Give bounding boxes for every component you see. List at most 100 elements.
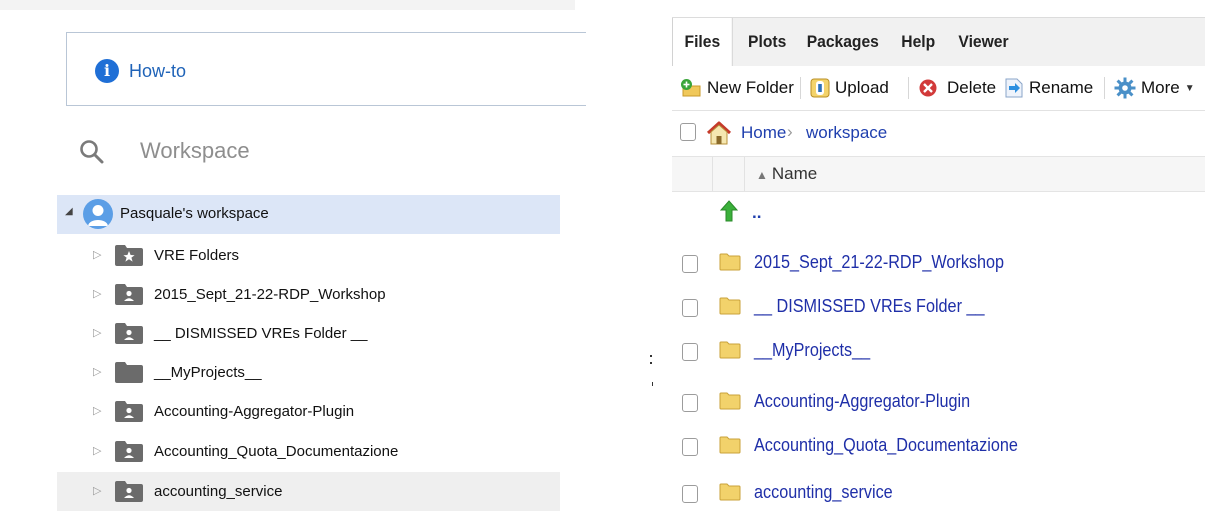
select-all-checkbox[interactable] [680, 123, 696, 141]
new-folder-icon [681, 79, 701, 97]
tree-item[interactable]: ▷ __ DISMISSED VREs Folder __ [57, 314, 560, 353]
search-input[interactable]: Workspace [140, 138, 250, 164]
separator-dot [650, 355, 652, 357]
column-divider [744, 157, 745, 191]
files-pane: Files Plots Packages Help Viewer New Fol… [672, 0, 1205, 516]
file-checkbox[interactable] [682, 394, 698, 412]
folder-icon [719, 297, 741, 315]
tree-item-label: __MyProjects__ [154, 364, 262, 381]
file-row: accounting_service [672, 473, 1205, 513]
expand-triangle-icon[interactable]: ▷ [93, 287, 101, 300]
sort-ascending-icon: ▲ [756, 168, 768, 182]
expand-triangle-icon[interactable]: ▷ [93, 404, 101, 417]
howto-label[interactable]: How-to [129, 59, 186, 83]
info-icon: i [95, 59, 119, 83]
column-divider [712, 157, 713, 191]
more-label: More [1141, 78, 1180, 97]
breadcrumb-separator: › [787, 122, 793, 141]
file-checkbox[interactable] [682, 255, 698, 273]
tree-item-label: Accounting_Quota_Documentazione [154, 443, 399, 460]
file-checkbox[interactable] [682, 438, 698, 456]
tree-item-label: 2015_Sept_21-22-RDP_Workshop [154, 286, 386, 303]
top-bar [0, 0, 575, 10]
home-icon[interactable] [704, 120, 734, 146]
expand-triangle-icon[interactable]: ▷ [93, 365, 101, 378]
tab-packages[interactable]: Packages [806, 18, 880, 66]
tree-item[interactable]: ▷ 2015_Sept_21-22-RDP_Workshop [57, 275, 560, 314]
tab-bar: Files Plots Packages Help Viewer [672, 17, 1205, 67]
new-folder-label: New Folder [707, 78, 794, 97]
toolbar-divider [800, 77, 801, 99]
tree-item-label: VRE Folders [154, 247, 240, 264]
expand-triangle-icon[interactable]: ▷ [93, 444, 101, 457]
file-link[interactable]: __MyProjects__ [754, 340, 870, 361]
name-column-label: Name [771, 164, 818, 183]
file-link[interactable]: accounting_service [754, 482, 893, 503]
dropdown-caret-icon: ▼ [1184, 82, 1195, 94]
folder-icon [115, 362, 143, 383]
gear-icon [1114, 77, 1136, 99]
rename-label: Rename [1029, 78, 1094, 97]
breadcrumb: Home › workspace [672, 111, 1205, 156]
delete-label: Delete [947, 78, 997, 97]
file-row: Accounting_Quota_Documentazione [672, 426, 1205, 466]
file-link[interactable]: Accounting-Aggregator-Plugin [754, 391, 970, 412]
file-row: Accounting-Aggregator-Plugin [672, 382, 1205, 422]
tree-item-label: Accounting-Aggregator-Plugin [154, 403, 355, 420]
star-folder-icon [115, 245, 143, 266]
upload-label: Upload [835, 78, 889, 97]
tree-item[interactable]: ▷ __MyProjects__ [57, 353, 560, 392]
parent-directory-link[interactable]: .. [752, 203, 761, 223]
tree-item[interactable]: ▷ VRE Folders [57, 236, 560, 275]
folder-icon [719, 392, 741, 410]
tree-item-label: accounting_service [154, 483, 283, 500]
tab-viewer[interactable]: Viewer [955, 18, 1012, 66]
breadcrumb-current[interactable]: workspace [806, 123, 887, 143]
search-icon[interactable] [78, 138, 106, 166]
toolbar-divider [908, 77, 909, 99]
folder-icon [719, 483, 741, 501]
parent-directory-row[interactable]: .. [672, 195, 1205, 235]
expand-triangle-icon[interactable]: ▷ [93, 248, 101, 261]
shared-folder-icon [115, 401, 143, 422]
delete-button[interactable]: Delete [918, 66, 996, 110]
new-folder-button[interactable]: New Folder [680, 66, 794, 110]
tree-item-label: __ DISMISSED VREs Folder __ [154, 325, 368, 342]
shared-folder-icon [115, 284, 143, 305]
file-link[interactable]: Accounting_Quota_Documentazione [754, 435, 1018, 456]
name-column-header[interactable]: ▲ Name [756, 164, 817, 184]
shared-folder-icon [115, 323, 143, 344]
expand-triangle-icon[interactable]: ▷ [93, 484, 101, 497]
shared-folder-icon [115, 481, 143, 502]
file-checkbox[interactable] [682, 299, 698, 317]
column-header-row: ▲ Name [672, 156, 1205, 192]
workspace-panel: i How-to Workspace ◢ Pasquale's workspac… [0, 0, 586, 516]
tree-item[interactable]: ▷ Accounting_Quota_Documentazione [57, 432, 560, 471]
breadcrumb-home-link[interactable]: Home [741, 123, 786, 143]
tab-plots[interactable]: Plots [746, 18, 788, 66]
expand-triangle-icon[interactable]: ▷ [93, 326, 101, 339]
delete-icon [919, 79, 937, 97]
howto-box[interactable]: i How-to [66, 32, 586, 106]
user-avatar-icon [83, 199, 113, 229]
folder-icon [719, 436, 741, 454]
files-toolbar: New Folder Upload Delete Rename More ▼ [672, 66, 1205, 111]
tab-help[interactable]: Help [898, 18, 938, 66]
rename-icon [1005, 78, 1023, 98]
tree-item[interactable]: ▷ accounting_service [57, 472, 560, 511]
collapse-triangle-icon[interactable]: ◢ [65, 206, 73, 217]
file-row: 2015_Sept_21-22-RDP_Workshop [672, 243, 1205, 283]
upload-button[interactable]: Upload [810, 66, 889, 110]
file-link[interactable]: __ DISMISSED VREs Folder __ [754, 296, 984, 317]
tree-root-workspace[interactable]: ◢ Pasquale's workspace [57, 195, 560, 234]
tab-files[interactable]: Files [672, 18, 733, 66]
toolbar-divider [1104, 77, 1105, 99]
more-button[interactable]: More ▼ [1114, 66, 1195, 110]
rename-button[interactable]: Rename [1004, 66, 1093, 110]
file-checkbox[interactable] [682, 343, 698, 361]
file-link[interactable]: 2015_Sept_21-22-RDP_Workshop [754, 252, 1004, 273]
folder-icon [719, 341, 741, 359]
tree-item[interactable]: ▷ Accounting-Aggregator-Plugin [57, 392, 560, 431]
file-checkbox[interactable] [682, 485, 698, 503]
file-row: __MyProjects__ [672, 331, 1205, 371]
